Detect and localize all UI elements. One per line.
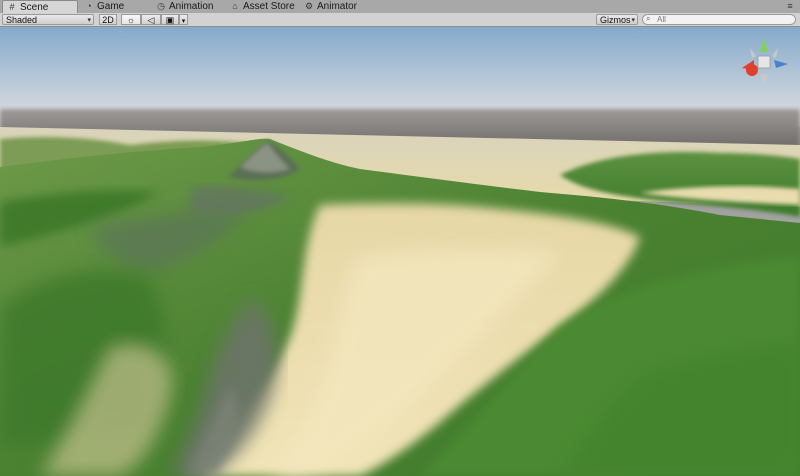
clock-icon: ◷ [157, 1, 165, 11]
shading-mode-dropdown[interactable]: Shaded ▾ [2, 14, 94, 25]
dropdown-arrow-icon: ▾ [87, 17, 91, 24]
tab-game[interactable]: ◔ Game [80, 0, 130, 13]
dropdown-arrow-icon: ▾ [631, 17, 635, 24]
search-input[interactable] [657, 15, 787, 24]
tab-scene[interactable]: # Scene [2, 0, 78, 14]
2d-mode-toggle[interactable]: 2D [99, 14, 117, 25]
scene-effects-toggle[interactable]: ▣ [161, 14, 179, 25]
gizmo-y-axis-cone[interactable] [760, 38, 768, 52]
pacman-icon: ◔ [86, 1, 92, 11]
gizmo-x-axis-handle[interactable] [746, 64, 758, 76]
sun-icon: ☼ [126, 15, 136, 25]
scene-lighting-toggle[interactable]: ☼ [121, 14, 141, 25]
tab-animation[interactable]: ◷ Animation [152, 0, 219, 13]
gizmo-back-cone[interactable] [750, 48, 756, 58]
editor-tab-bar: # Scene ◔ Game ◷ Animation ⌂ Asset Store ⚙ An… [0, 0, 800, 14]
scene-toolbar: Shaded ▾ 2D ☼ ◁ ▣ ▾ Gizmos ▾ ⌕ [0, 13, 800, 27]
image-icon: ▣ [165, 15, 175, 25]
scene-viewport[interactable] [0, 27, 800, 476]
store-icon: ⌂ [232, 1, 238, 11]
gizmo-center-cube[interactable] [757, 55, 771, 69]
gizmo-back-cone[interactable] [772, 48, 778, 58]
effects-dropdown[interactable]: ▾ [179, 14, 188, 25]
tab-animator[interactable]: ⚙ Animator [300, 0, 363, 13]
gizmo-z-axis-cone[interactable] [774, 60, 788, 68]
animator-icon: ⚙ [304, 1, 314, 11]
gizmo-back-cone[interactable] [760, 74, 768, 86]
search-icon: ⌕ [646, 14, 651, 23]
hierarchy-search[interactable]: ⌕ [642, 14, 796, 25]
tab-options-menu-icon[interactable]: ≡ [784, 1, 796, 12]
scene-audio-toggle[interactable]: ◁ [141, 14, 161, 25]
terrain-render [0, 27, 800, 476]
tab-asset-store[interactable]: ⌂ Asset Store [226, 0, 301, 13]
dropdown-arrow-icon: ▾ [181, 18, 186, 25]
gizmos-dropdown[interactable]: Gizmos ▾ [596, 14, 638, 25]
scene-orientation-gizmo[interactable] [738, 36, 790, 88]
speaker-icon: ◁ [147, 15, 155, 25]
